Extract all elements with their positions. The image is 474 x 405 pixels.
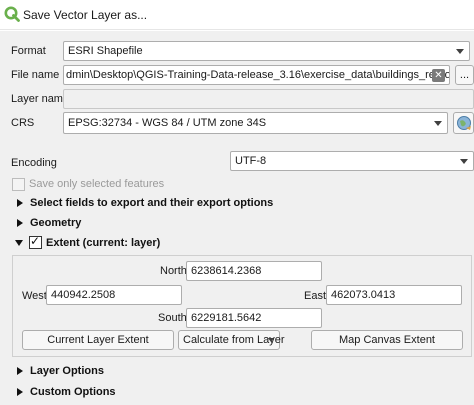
chevron-right-icon [17,388,23,396]
qgis-logo-icon [4,6,20,22]
crs-select[interactable]: EPSG:32734 - WGS 84 / UTM zone 34S [63,112,448,134]
west-input[interactable]: 440942.2508 [46,285,182,305]
map-canvas-extent-button[interactable]: Map Canvas Extent [311,330,463,350]
chevron-right-icon [17,367,23,375]
file-name-input[interactable]: dmin\Desktop\QGIS-Training-Data-release_… [63,65,450,85]
chevron-down-icon [434,121,442,126]
chevron-down-icon [15,240,23,246]
window-title: Save Vector Layer as... [23,8,148,22]
file-name-label: File name [11,69,60,81]
save-selected-checkbox[interactable] [12,178,25,191]
current-layer-extent-button[interactable]: Current Layer Extent [22,330,174,350]
north-input[interactable]: 6238614.2368 [186,261,322,281]
encoding-value: UTF-8 [235,155,267,167]
globe-icon [456,116,472,134]
east-input[interactable]: 462073.0413 [326,285,462,305]
layer-name-input[interactable] [63,89,474,109]
clear-icon[interactable]: ✕ [432,69,445,82]
west-label: West [22,290,47,302]
layer-name-label: Layer name [11,93,70,105]
browse-button[interactable]: ... [455,65,474,85]
chevron-right-icon [17,219,23,227]
format-select[interactable]: ESRI Shapefile [63,41,470,61]
dialog-body: Format ESRI Shapefile File name dmin\Des… [0,31,474,405]
west-value: 440942.2508 [51,289,116,301]
section-geometry-title: Geometry [30,217,82,229]
south-input[interactable]: 6229181.5642 [186,308,322,328]
chevron-down-icon [460,159,468,164]
section-layer-options-title: Layer Options [30,365,104,377]
north-value: 6238614.2368 [191,265,262,277]
crs-label: CRS [11,117,35,129]
east-label: East [304,290,327,302]
chevron-right-icon [17,199,23,207]
save-selected-label: Save only selected features [29,178,165,190]
section-extent-title: Extent (current: layer) [46,237,161,249]
check-icon: ✓ [30,234,41,248]
south-value: 6229181.5642 [191,312,262,324]
section-custom-options-title: Custom Options [30,386,116,398]
chevron-down-icon [456,49,464,54]
south-label: South [158,312,187,324]
file-name-value: dmin\Desktop\QGIS-Training-Data-release_… [66,69,449,81]
north-label: North [160,265,187,277]
encoding-label: Encoding [11,157,57,169]
calculate-from-layer-button[interactable]: Calculate from Layer [178,330,285,350]
encoding-select[interactable]: UTF-8 [230,151,474,171]
extent-checkbox[interactable]: ✓ [29,234,42,249]
format-label: Format [11,45,46,57]
chevron-down-icon [268,338,274,342]
title-bar: Save Vector Layer as... [0,0,474,30]
section-fields-title: Select fields to export and their export… [30,197,274,209]
east-value: 462073.0413 [331,289,396,301]
select-crs-button[interactable] [453,112,474,134]
crs-value: EPSG:32734 - WGS 84 / UTM zone 34S [68,117,267,129]
format-value: ESRI Shapefile [68,45,143,57]
